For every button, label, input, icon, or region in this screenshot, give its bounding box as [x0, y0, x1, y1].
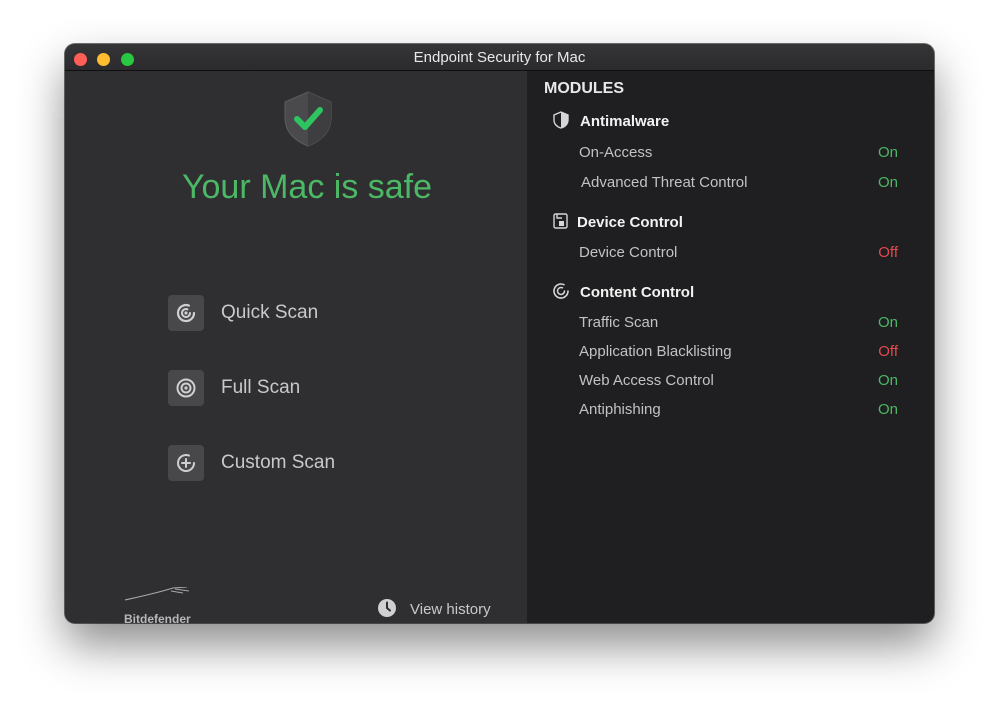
modules-heading: MODULES: [544, 80, 624, 97]
module-item-status: On: [877, 314, 898, 331]
module-row-web-access-control: Web Access Control On: [579, 371, 898, 391]
module-row-device-control: Device Control Off: [579, 243, 898, 263]
module-item-label: Advanced Threat Control: [581, 174, 748, 191]
module-title-content-control: Content Control: [580, 284, 695, 301]
module-item-label: Antiphishing: [579, 401, 661, 418]
module-item-label: On-Access: [579, 144, 653, 161]
module-row-antiphishing: Antiphishing On: [579, 400, 898, 420]
full-scan-label: Full Scan: [221, 377, 301, 398]
dashboard-pane: Your Mac is safe Quick Scan Full Scan Cu…: [65, 71, 527, 623]
module-item-status: On: [877, 372, 898, 389]
quick-scan-label: Quick Scan: [221, 302, 319, 323]
module-item-status: Off: [878, 244, 898, 261]
module-item-label: Web Access Control: [579, 372, 714, 389]
module-row-advanced-threat-control: Advanced Threat Control On: [581, 173, 898, 193]
clock-icon: [378, 599, 396, 617]
module-item-status: On: [877, 401, 898, 418]
module-title-antimalware: Antimalware: [580, 113, 670, 130]
shield-check-icon: [284, 91, 332, 147]
app-window: Endpoint Security for Mac Your Mac is sa…: [65, 44, 934, 623]
quick-scan-icon: [168, 295, 204, 331]
shield-icon: [553, 111, 569, 129]
module-item-label: Device Control: [579, 244, 678, 261]
full-scan-icon: [168, 370, 204, 406]
module-item-status: On: [877, 144, 898, 161]
window-title: Endpoint Security for Mac: [413, 49, 586, 66]
content-control-icon: [553, 283, 569, 299]
device-icon: [553, 213, 568, 229]
bitdefender-logo-text: Bitdefender: [124, 612, 191, 623]
module-item-status: Off: [878, 343, 898, 360]
module-row-application-blacklisting: Application Blacklisting Off: [579, 342, 898, 362]
module-row-traffic-scan: Traffic Scan On: [579, 313, 898, 333]
custom-scan-icon: [168, 445, 204, 481]
module-item-status: On: [877, 174, 898, 191]
custom-scan-label: Custom Scan: [221, 452, 336, 473]
view-history-label: View history: [410, 601, 491, 618]
module-item-label: Application Blacklisting: [579, 343, 732, 360]
title-bar: Endpoint Security for Mac: [65, 44, 934, 71]
protection-status-title: Your Mac is safe: [181, 168, 433, 206]
module-row-on-access: On-Access On: [579, 143, 898, 163]
modules-pane: MODULES Antimalware On-Access On Advance…: [527, 71, 934, 623]
module-title-device-control: Device Control: [577, 214, 683, 231]
module-item-label: Traffic Scan: [579, 314, 659, 331]
